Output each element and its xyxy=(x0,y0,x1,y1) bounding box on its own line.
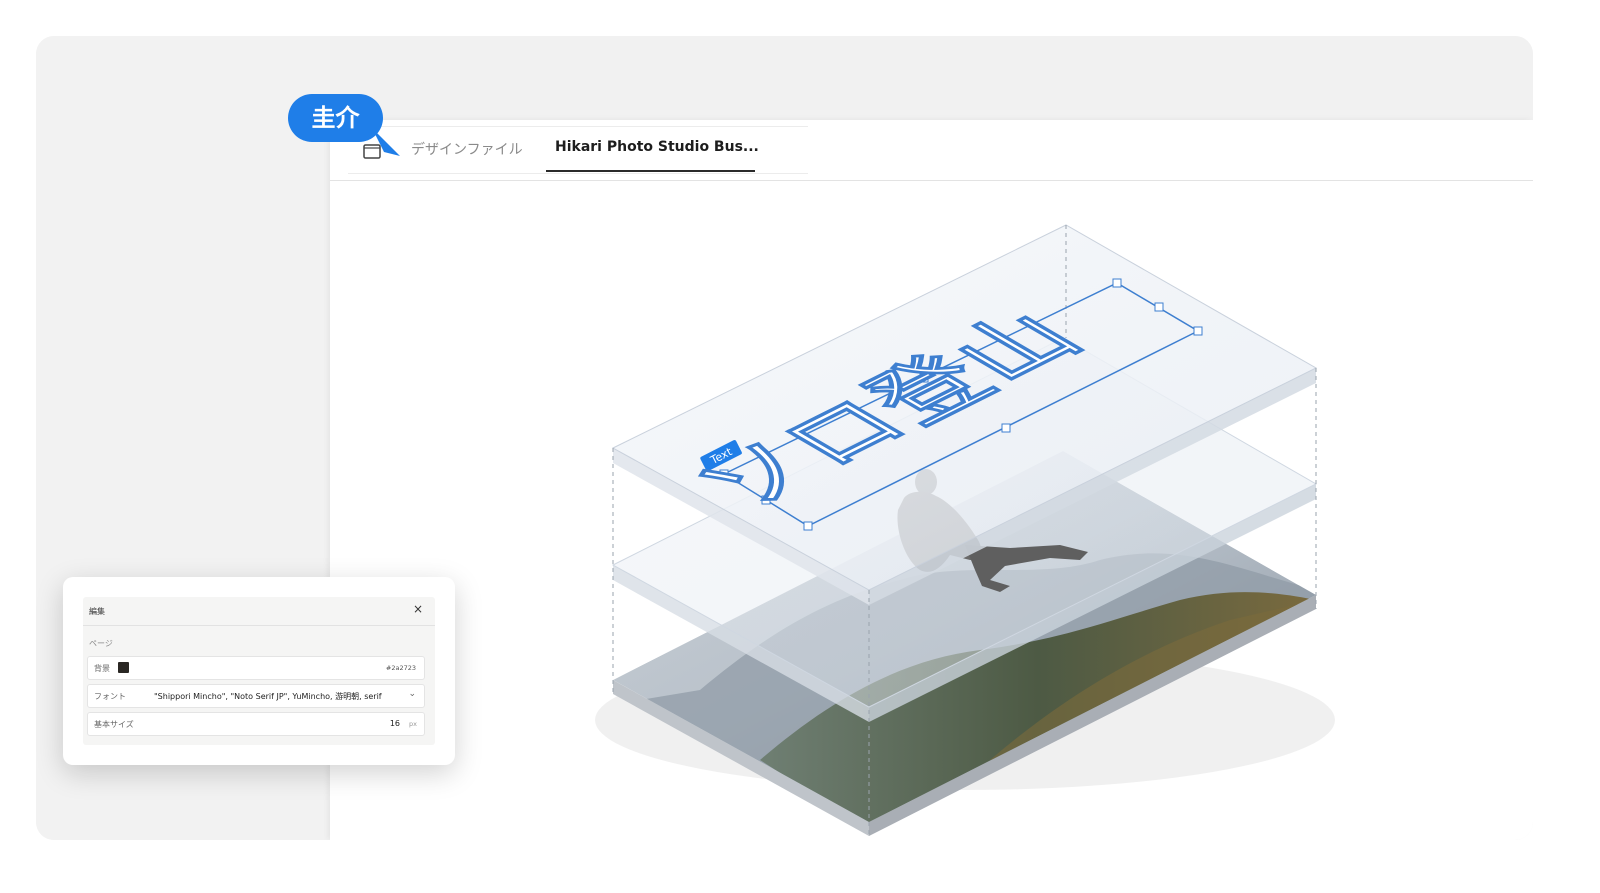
edit-panel-body: 編集 × ページ 背景 #2a2723 フォント "Shippori Minch… xyxy=(83,597,435,745)
page-section-label: ページ xyxy=(89,639,113,648)
chevron-down-icon: ⌄ xyxy=(408,689,416,699)
toolbar-divider xyxy=(330,180,1533,181)
top-toolbar-area xyxy=(330,36,1533,120)
edit-panel-title: 編集 xyxy=(89,607,105,616)
tab-hikari-photo-studio[interactable]: Hikari Photo Studio Bus... xyxy=(555,139,759,155)
background-color-swatch[interactable] xyxy=(118,662,129,673)
tab-bar: デザインファイル Hikari Photo Studio Bus... xyxy=(348,126,808,174)
edit-panel-header: 編集 × xyxy=(83,597,435,626)
base-size-field[interactable]: 基本サイズ 16 px xyxy=(87,712,425,736)
background-label: 背景 xyxy=(94,664,110,673)
font-select[interactable]: フォント "Shippori Mincho", "Noto Serif JP",… xyxy=(87,684,425,708)
background-color-field[interactable]: 背景 #2a2723 xyxy=(87,656,425,680)
font-label: フォント xyxy=(94,692,126,701)
background-hex-value: #2a2723 xyxy=(385,664,416,672)
base-size-value[interactable]: 16 xyxy=(390,719,400,728)
close-icon[interactable]: × xyxy=(413,602,423,616)
base-size-unit: px xyxy=(409,720,417,728)
edit-panel: 編集 × ページ 背景 #2a2723 フォント "Shippori Minch… xyxy=(63,577,455,765)
tab-design-files[interactable]: デザインファイル xyxy=(411,139,523,159)
font-value: "Shippori Mincho", "Noto Serif JP", YuMi… xyxy=(154,692,382,701)
user-cursor-badge: 圭介 xyxy=(288,94,383,142)
base-size-label: 基本サイズ xyxy=(94,720,134,729)
active-tab-indicator xyxy=(546,170,755,172)
